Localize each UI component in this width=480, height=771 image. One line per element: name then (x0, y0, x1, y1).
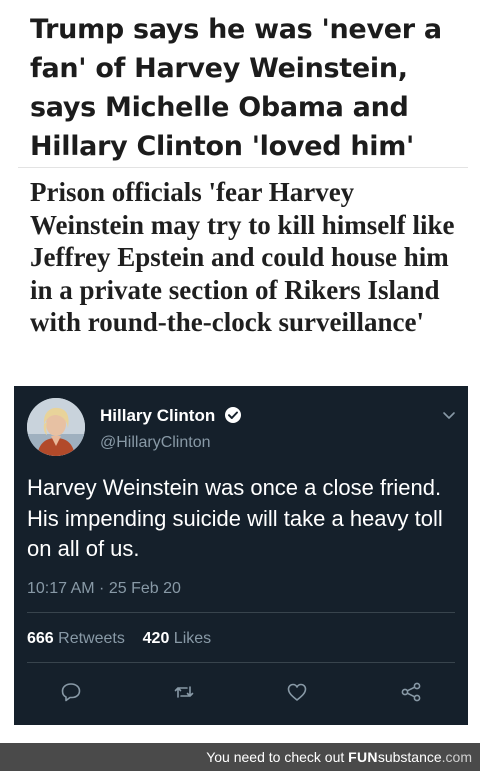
brand-substance: substance (377, 749, 442, 765)
headline-prison: Prison officials 'fear Harvey Weinstein … (30, 177, 455, 337)
display-name[interactable]: Hillary Clinton (100, 406, 242, 429)
retweet-icon[interactable] (172, 680, 196, 704)
tweet-actions (14, 680, 468, 704)
tweet-stats: 666 Retweets 420 Likes (27, 630, 211, 648)
headline-divider (18, 167, 468, 168)
tweet-timestamp[interactable]: 10:17 AM · 25 Feb 20 (27, 580, 181, 598)
user-handle[interactable]: @HillaryClinton (100, 434, 211, 452)
headline-trump: Trump says he was 'never a fan' of Harve… (30, 14, 442, 162)
likes-stat[interactable]: 420 Likes (143, 630, 212, 647)
stats-divider-top (27, 612, 455, 613)
retweets-count: 666 (27, 630, 54, 647)
retweets-stat[interactable]: 666 Retweets (27, 630, 125, 647)
likes-label: Likes (173, 630, 212, 647)
brand-tld: .com (441, 749, 472, 765)
avatar-image (27, 398, 85, 456)
likes-count: 420 (142, 630, 170, 647)
share-icon[interactable] (399, 680, 423, 704)
tweet-text: Harvey Weinstein was once a close friend… (27, 475, 443, 561)
tweet-card[interactable]: Hillary Clinton @HillaryClinton Harvey W… (14, 386, 468, 725)
avatar[interactable] (27, 398, 85, 456)
footer-banner: You need to check out FUNsubstance.com (0, 743, 480, 771)
reply-icon[interactable] (59, 680, 83, 704)
verified-badge-icon (224, 406, 242, 429)
chevron-down-icon[interactable] (442, 408, 456, 427)
stats-divider-bottom (27, 662, 455, 663)
display-name-text: Hillary Clinton (100, 406, 216, 425)
heart-icon[interactable] (285, 680, 309, 704)
footer-text[interactable]: You need to check out FUNsubstance.com (206, 749, 472, 765)
retweets-label: Retweets (58, 630, 125, 647)
brand-fun: FUN (348, 749, 378, 765)
footer-prefix: You need to check out (206, 749, 345, 765)
